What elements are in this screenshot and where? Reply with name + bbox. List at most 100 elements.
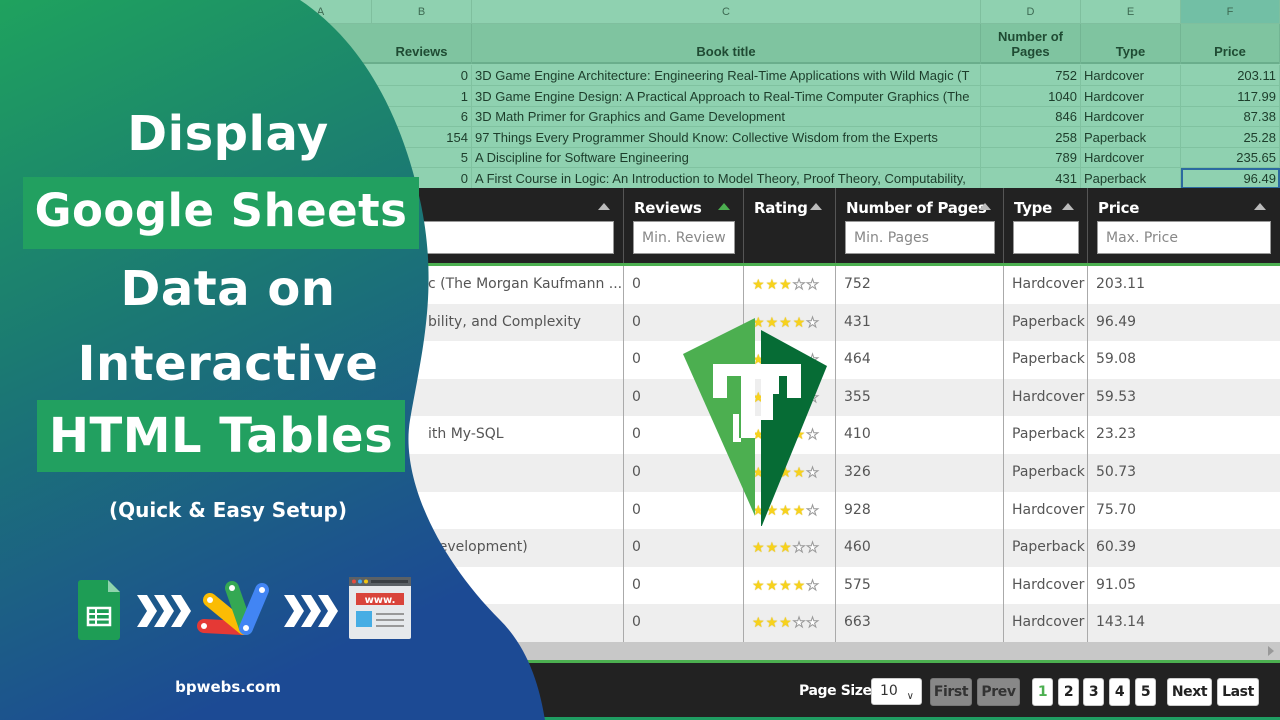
table-row[interactable]: ith My-SQL0★★★★★410Paperback23.23	[0, 416, 1280, 454]
cell-type: Hardcover	[1004, 378, 1088, 417]
table-row[interactable]: Development) 0 ★ ★ ★ ★ ★ 460 Paperback 60.39	[0, 529, 1280, 567]
star-rating: ★★★★★	[752, 571, 835, 601]
sheet-cell-price[interactable]: 87.38	[1181, 106, 1280, 127]
sheet-cell-reviews[interactable]: 154	[372, 126, 472, 148]
star-empty-icon: ★	[806, 540, 820, 557]
sheet-cell-type[interactable]: Paperback	[1081, 126, 1181, 148]
column-letter-e[interactable]: E	[1081, 0, 1181, 24]
table-row[interactable]: 0 ★ ★ ★ ★ ★ 575 Hardcover 91.05	[0, 566, 1280, 605]
sort-asc-icon[interactable]	[1254, 203, 1266, 210]
sheet-cell-reviews[interactable]: 5	[372, 147, 472, 168]
sheet-cell-reviews[interactable]: 1	[372, 85, 472, 107]
table-row[interactable]: c (The Morgan Kaufmann ... 0 ★ ★ ★ ★ ★ 752 Hardc…	[0, 266, 1280, 304]
column-header-reviews[interactable]: Reviews	[624, 188, 744, 263]
type-filter-input[interactable]	[1013, 221, 1079, 254]
table-row[interactable]: 0★★★★★326Paperback50.73	[0, 454, 1280, 492]
sheet-cell-type[interactable]: Hardcover	[1081, 85, 1181, 107]
sheet-header-reviews[interactable]: Reviews	[372, 24, 472, 64]
cell-title	[420, 454, 624, 492]
sort-asc-icon[interactable]	[810, 203, 822, 210]
column-letter-b[interactable]: B	[372, 0, 472, 24]
column-header-title[interactable]	[0, 188, 624, 263]
sheet-cell-title[interactable]: 3D Game Engine Architecture: Engineering…	[472, 65, 981, 86]
sheet-cell-pages[interactable]: 258	[981, 126, 1081, 148]
sort-asc-icon[interactable]	[1062, 203, 1074, 210]
sheet-cell-pages[interactable]: 846	[981, 106, 1081, 127]
scroll-right-arrow-icon[interactable]	[1268, 646, 1274, 656]
column-label-pages: Number of Pages	[846, 199, 987, 217]
prev-page-button[interactable]: Prev	[977, 678, 1020, 706]
page-button-2[interactable]: 2	[1058, 678, 1079, 706]
cell-title: bility, and Complexity	[420, 303, 624, 342]
sheet-cell-title[interactable]: A Discipline for Software Engineering	[472, 147, 981, 168]
sheet-cell-price[interactable]: 203.11	[1181, 65, 1280, 86]
last-page-button[interactable]: Last	[1217, 678, 1259, 706]
sheet-cell-price[interactable]: 96.49	[1181, 167, 1280, 189]
sheet-header-type[interactable]: Type	[1081, 24, 1181, 64]
sheet-cell-reviews[interactable]: 0	[372, 65, 472, 86]
sheet-cell-price[interactable]: 117.99	[1181, 85, 1280, 107]
sheet-cell-title[interactable]: 3D Math Primer for Graphics and Game Dev…	[472, 106, 981, 127]
table-row[interactable]: 0★★★★★355Hardcover59.53	[0, 378, 1280, 417]
sort-asc-icon[interactable]	[598, 203, 610, 210]
table-row[interactable]: 0 ★ ★ ★ ★ ★ 663 Hardcover 143.14	[0, 604, 1280, 642]
page-button-1[interactable]: 1	[1032, 678, 1053, 706]
max-price-input[interactable]	[1097, 221, 1271, 254]
column-header-rating[interactable]: Rating	[744, 188, 836, 263]
sheet-cell-type[interactable]: Hardcover	[1081, 106, 1181, 127]
title-filter-input[interactable]	[420, 221, 614, 254]
sheet-cell-type[interactable]: Hardcover	[1081, 65, 1181, 86]
column-letter-d[interactable]: D	[981, 0, 1081, 24]
page-button-5[interactable]: 5	[1135, 678, 1156, 706]
sheet-cell-pages[interactable]: 789	[981, 147, 1081, 168]
page-button-4[interactable]: 4	[1109, 678, 1130, 706]
cell-pages: 752	[836, 266, 1004, 304]
sort-asc-icon[interactable]	[979, 203, 991, 210]
cell-pages: 410	[836, 416, 1004, 454]
column-letter-f[interactable]: F	[1181, 0, 1280, 24]
sheet-cell-type[interactable]: Paperback	[1081, 167, 1181, 189]
sheet-cell-reviews[interactable]: 6	[372, 106, 472, 127]
table-row[interactable]: bility, and Complexity 0 ★ ★ ★ ★ ★ 431 Paperback…	[0, 303, 1280, 342]
column-header-price[interactable]: Price	[1088, 188, 1280, 263]
min-reviews-input[interactable]	[633, 221, 735, 254]
star-filled-icon: ★	[765, 615, 779, 632]
chevron-down-icon: ∨	[906, 691, 914, 702]
first-page-button[interactable]: First	[930, 678, 972, 706]
column-letter-a[interactable]: A	[270, 0, 372, 24]
sheet-cell-title[interactable]: 3D Game Engine Design: A Practical Appro…	[472, 85, 981, 107]
sort-asc-active-icon[interactable]	[718, 203, 730, 210]
sheet-cell-reviews[interactable]: 0	[372, 167, 472, 189]
cell-pages: 464	[836, 341, 1004, 379]
sheet-header-title[interactable]: Book title	[472, 24, 981, 64]
page-button-3[interactable]: 3	[1083, 678, 1104, 706]
sheet-header-pages[interactable]: Number of Pages	[981, 24, 1081, 64]
sheet-cell-pages[interactable]: 752	[981, 65, 1081, 86]
star-rating: ★★★★★	[752, 533, 835, 563]
column-label-type: Type	[1014, 199, 1052, 217]
sheet-cell-price[interactable]: 25.28	[1181, 126, 1280, 148]
sheet-cell-pages[interactable]: 1040	[981, 85, 1081, 107]
star-empty-icon: ★	[792, 277, 806, 294]
sheet-cell-title[interactable]: A First Course in Logic: An Introduction…	[472, 167, 981, 189]
cell-price: 60.39	[1096, 539, 1137, 556]
cell-title: ith My-SQL	[420, 416, 624, 454]
column-header-type[interactable]: Type	[1004, 188, 1088, 263]
next-page-button[interactable]: Next	[1167, 678, 1212, 706]
table-row[interactable]: 0 ★ ★ ★ ★ ★ 928 Hardcover 75.70	[0, 491, 1280, 530]
star-filled-icon: ★	[765, 540, 779, 557]
sheet-cell-type[interactable]: Hardcover	[1081, 147, 1181, 168]
bpwebs-logo-icon	[683, 318, 827, 526]
horizontal-scrollbar[interactable]	[0, 642, 1280, 660]
column-header-pages[interactable]: Number of Pages	[836, 188, 1004, 263]
sheet-cell-price[interactable]: 235.65	[1181, 147, 1280, 168]
sheet-cell-title[interactable]: 97 Things Every Programmer Should Know: …	[472, 126, 981, 148]
cell-price: 203.11	[1096, 276, 1145, 292]
cell-type: Paperback	[1004, 454, 1088, 492]
table-row[interactable]: 0★★★★★464Paperback59.08	[0, 341, 1280, 379]
page-size-select[interactable]: 10 ∨	[871, 678, 922, 705]
sheet-cell-pages[interactable]: 431	[981, 167, 1081, 189]
sheet-header-price[interactable]: Price	[1181, 24, 1280, 64]
column-letter-c[interactable]: C	[472, 0, 981, 24]
min-pages-input[interactable]	[845, 221, 995, 254]
